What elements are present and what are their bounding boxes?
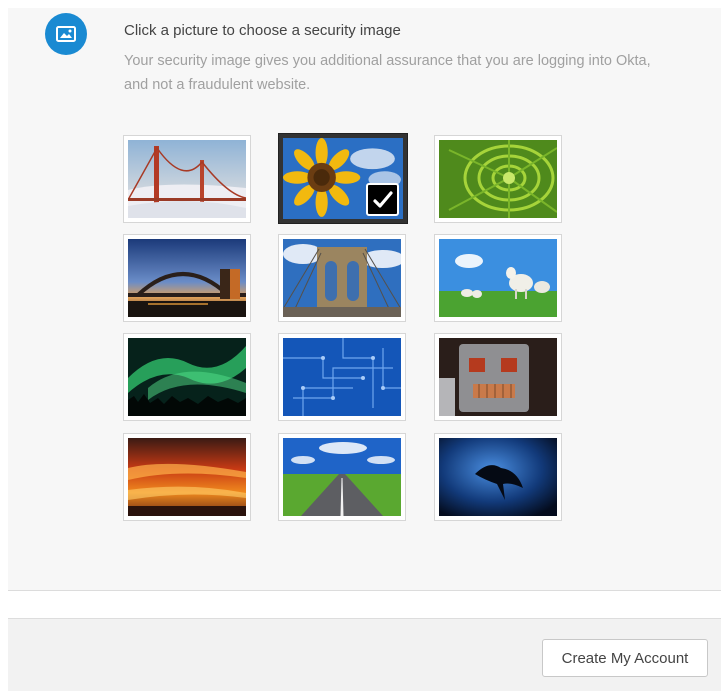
security-image-circuit-board[interactable] bbox=[278, 333, 406, 421]
security-image-golden-gate-bridge[interactable] bbox=[123, 135, 251, 223]
lambs-image bbox=[439, 239, 557, 317]
aurora-image bbox=[128, 338, 246, 416]
content-divider bbox=[8, 590, 721, 591]
security-image-manta-ray[interactable] bbox=[434, 433, 562, 521]
security-image-lambs-on-grass[interactable] bbox=[434, 234, 562, 322]
security-image-open-road[interactable] bbox=[278, 433, 406, 521]
security-image-aurora-borealis[interactable] bbox=[123, 333, 251, 421]
manta-ray-image bbox=[439, 438, 557, 516]
circuit-board-image bbox=[283, 338, 401, 416]
security-image-description: Your security image gives you additional… bbox=[124, 53, 651, 93]
security-image-sunflower[interactable] bbox=[278, 133, 408, 224]
succulent-plant-image bbox=[439, 140, 557, 218]
golden-gate-bridge-image bbox=[128, 140, 246, 218]
sunset-clouds-image bbox=[128, 438, 246, 516]
harbour-bridge-image bbox=[128, 239, 246, 317]
brooklyn-bridge-image bbox=[283, 239, 401, 317]
security-image-brooklyn-bridge[interactable] bbox=[278, 234, 406, 322]
security-image-succulent-plant[interactable] bbox=[434, 135, 562, 223]
security-image-harbour-bridge-sunset[interactable] bbox=[123, 234, 251, 322]
toy-robot-image bbox=[439, 338, 557, 416]
security-image-fiery-sunset-clouds[interactable] bbox=[123, 433, 251, 521]
open-road-image bbox=[283, 438, 401, 516]
security-image-toy-robot[interactable] bbox=[434, 333, 562, 421]
page-title: Click a picture to choose a security ima… bbox=[124, 22, 401, 39]
selected-check-icon bbox=[366, 183, 399, 216]
create-my-account-button[interactable]: Create My Account bbox=[542, 639, 708, 677]
picture-icon bbox=[45, 13, 87, 55]
